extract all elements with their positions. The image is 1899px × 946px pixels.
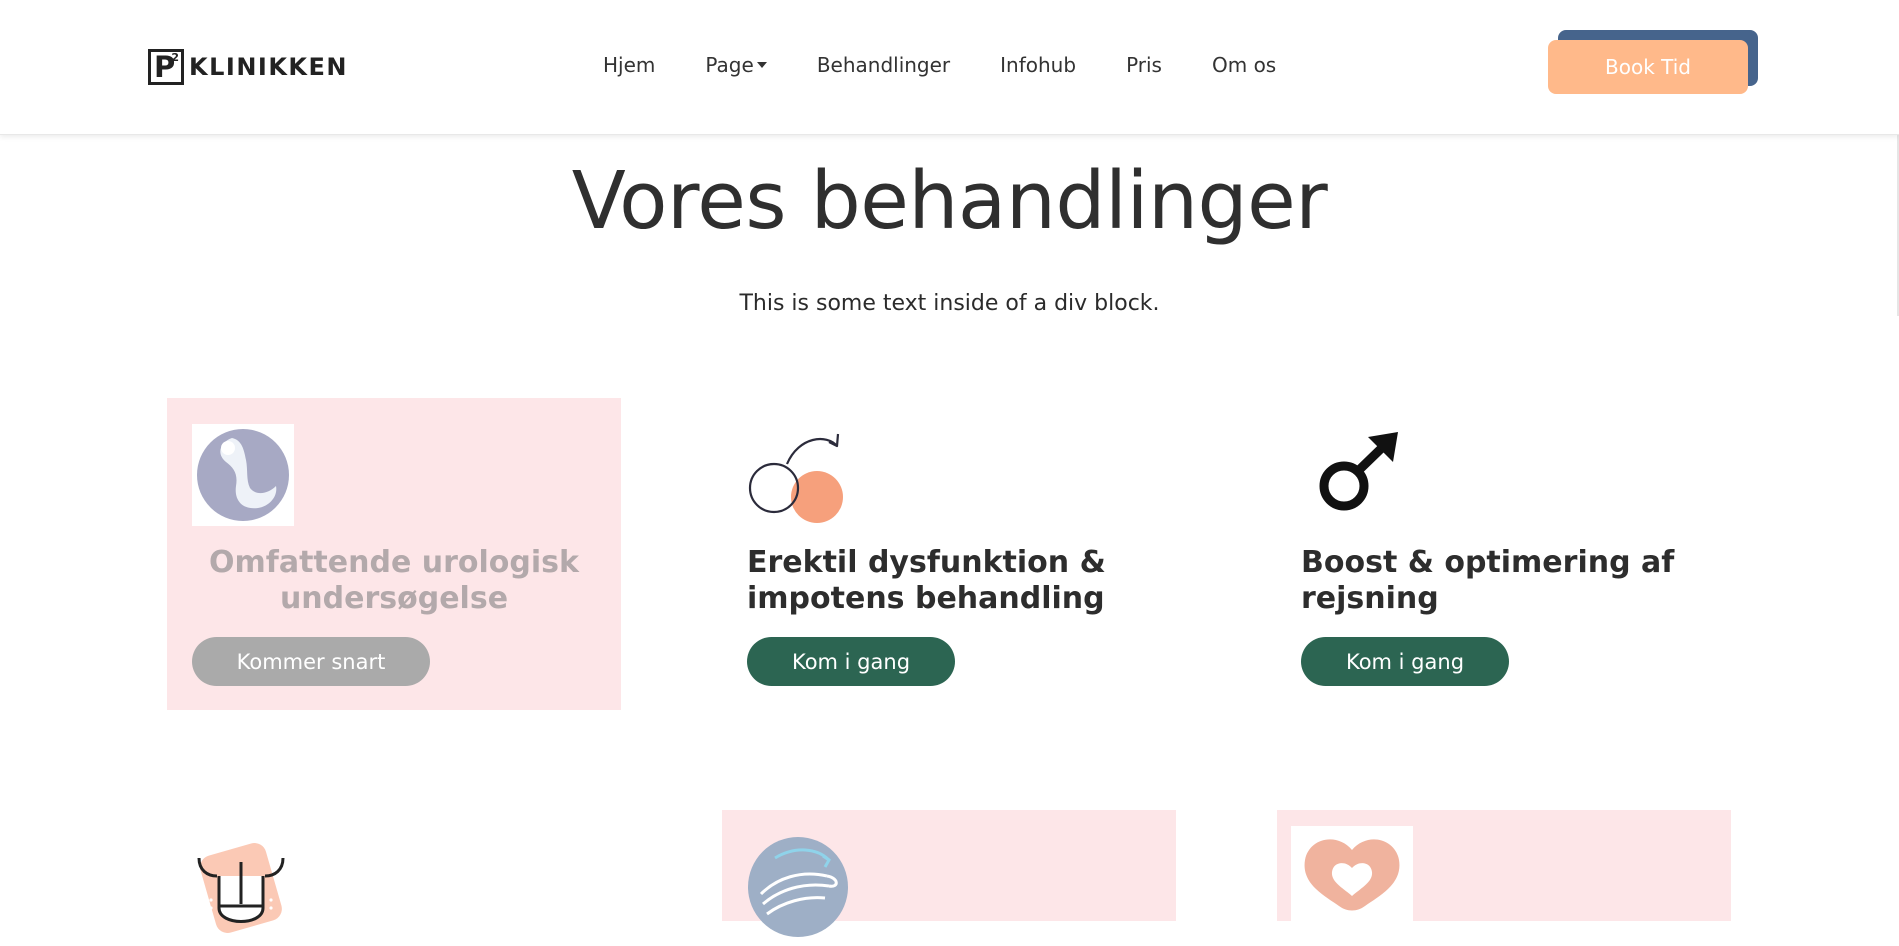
logo-mark-icon: P 2 bbox=[148, 49, 184, 85]
caret-down-icon bbox=[756, 62, 767, 68]
penis-anatomy-icon bbox=[191, 840, 293, 942]
nav-item-hjem[interactable]: Hjem bbox=[603, 53, 655, 77]
heart-ring-icon bbox=[1291, 826, 1413, 921]
nav-item-om-os[interactable]: Om os bbox=[1212, 53, 1276, 77]
card-title-boost: Boost & optimering af rejsning bbox=[1301, 545, 1675, 616]
coming-soon-button[interactable]: Kommer snart bbox=[192, 637, 430, 686]
main-nav: Hjem Page Behandlinger Infohub Pris Om o… bbox=[603, 53, 1276, 77]
treatment-card-boost: Boost & optimering af rejsning Kom i gan… bbox=[1276, 398, 1730, 710]
treatment-card-6 bbox=[1277, 810, 1731, 921]
treatment-card-erectile-dysfunction: Erektil dysfunktion & impotens behandlin… bbox=[722, 398, 1176, 710]
treatment-card-urology: Omfattende urologisk undersøgelse Kommer… bbox=[167, 398, 621, 710]
nav-item-infohub[interactable]: Infohub bbox=[1000, 53, 1076, 77]
page-subtitle: This is some text inside of a div block. bbox=[739, 291, 1160, 316]
urology-organ-icon bbox=[192, 424, 294, 526]
logo[interactable]: P 2 KLINIKKEN bbox=[148, 47, 348, 87]
nav-item-page[interactable]: Page bbox=[705, 53, 767, 77]
book-tid-button[interactable]: Book Tid bbox=[1548, 40, 1748, 94]
nav-item-behandlinger[interactable]: Behandlinger bbox=[817, 53, 950, 77]
treatment-card-5 bbox=[722, 810, 1176, 937]
treatment-card-4 bbox=[167, 810, 621, 933]
page-title: Vores behandlinger bbox=[571, 155, 1328, 247]
get-started-button[interactable]: Kom i gang bbox=[747, 637, 955, 686]
get-started-button[interactable]: Kom i gang bbox=[1301, 637, 1509, 686]
book-button-wrapper: Book Tid bbox=[1548, 30, 1760, 96]
male-symbol-icon bbox=[1310, 424, 1412, 526]
card-title-erectile-dysfunction: Erektil dysfunktion & impotens behandlin… bbox=[747, 545, 1106, 616]
nav-item-page-label: Page bbox=[705, 53, 754, 77]
nav-item-pris[interactable]: Pris bbox=[1126, 53, 1162, 77]
card-title-urology: Omfattende urologisk undersøgelse bbox=[209, 545, 579, 616]
logo-text: KLINIKKEN bbox=[189, 53, 349, 81]
logo-mark-superscript: 2 bbox=[171, 51, 179, 64]
curvature-arrow-icon bbox=[747, 836, 849, 938]
erectile-dysfunction-icon bbox=[747, 424, 849, 526]
site-header: P 2 KLINIKKEN Hjem Page Behandlinger Inf… bbox=[0, 0, 1899, 135]
